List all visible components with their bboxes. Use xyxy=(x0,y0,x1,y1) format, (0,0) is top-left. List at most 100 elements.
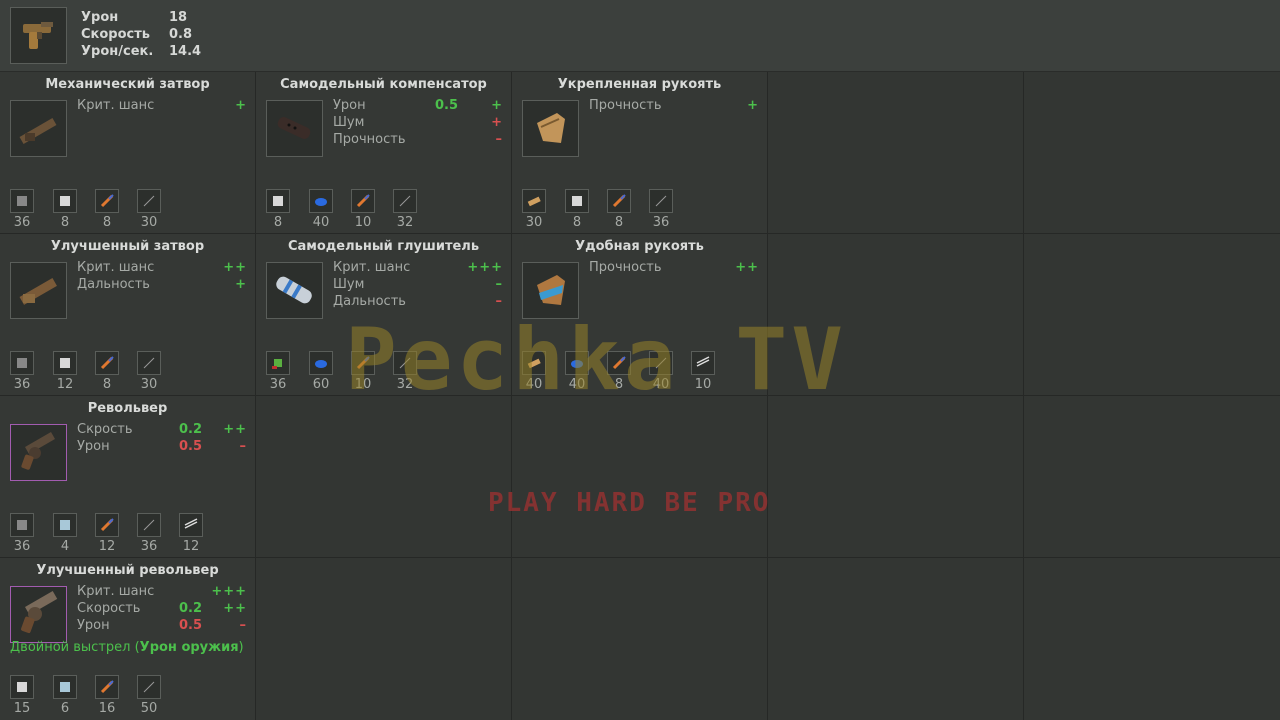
material-item[interactable]: 10 xyxy=(691,351,715,392)
material-item[interactable]: 8 xyxy=(53,189,77,230)
wood-icon xyxy=(522,189,546,213)
material-item[interactable]: 12 xyxy=(95,513,119,554)
material-item[interactable]: 8 xyxy=(607,189,631,230)
metal-icon xyxy=(10,189,34,213)
wire-icon xyxy=(137,675,161,699)
wire-icon xyxy=(393,351,417,375)
prop-row: Крит. шанс +++ xyxy=(77,584,247,601)
prop-mod: – xyxy=(239,618,247,633)
prop-row: Шум + xyxy=(333,115,503,132)
upgrade-props: Крит. шанс +++ Шум – Дальность – xyxy=(333,260,503,311)
material-item[interactable]: 8 xyxy=(565,189,589,230)
material-item[interactable]: 15 xyxy=(10,675,34,716)
material-item[interactable]: 36 xyxy=(649,189,673,230)
material-item[interactable]: 12 xyxy=(53,351,77,392)
material-item[interactable]: 8 xyxy=(95,189,119,230)
upgrade-card[interactable]: Укрепленная рукоять Прочность + 30 8 8 36 xyxy=(512,72,768,234)
silencer-icon[interactable] xyxy=(266,262,323,319)
material-item[interactable]: 40 xyxy=(522,351,546,392)
upgrade-card[interactable]: Самодельный компенсатор Урон 0.5 + Шум + Пр… xyxy=(256,72,512,234)
material-item[interactable]: 32 xyxy=(393,351,417,392)
tape-icon xyxy=(309,351,333,375)
material-item[interactable]: 30 xyxy=(522,189,546,230)
material-count: 36 xyxy=(140,539,158,554)
screwdriver-icon xyxy=(351,351,375,375)
metal-icon xyxy=(10,351,34,375)
upgrade-card[interactable]: Удобная рукоять Прочность ++ 40 40 8 40 1… xyxy=(512,234,768,396)
material-count: 10 xyxy=(694,377,712,392)
compensator-icon[interactable] xyxy=(266,100,323,157)
material-count: 12 xyxy=(56,377,74,392)
ability-end: ) xyxy=(238,640,244,655)
prop-value: 0.5 xyxy=(178,618,202,633)
prop-mod: ++ xyxy=(223,422,247,437)
plate-icon xyxy=(565,189,589,213)
material-item[interactable]: 10 xyxy=(351,189,375,230)
material-item[interactable]: 40 xyxy=(649,351,673,392)
prop-value: 0.2 xyxy=(178,422,202,437)
prop-mod: – xyxy=(495,277,503,292)
material-item[interactable]: 12 xyxy=(179,513,203,554)
empty-slot xyxy=(1024,558,1280,720)
material-item[interactable]: 36 xyxy=(266,351,290,392)
upgrade-card[interactable]: Улучшенный затвор Крит. шанс ++ Дальность… xyxy=(0,234,256,396)
nails-icon xyxy=(179,513,203,537)
material-item[interactable]: 36 xyxy=(137,513,161,554)
plate-icon xyxy=(266,189,290,213)
prop-label: Скрость xyxy=(77,422,133,437)
material-item[interactable]: 8 xyxy=(607,351,631,392)
material-item[interactable]: 4 xyxy=(53,513,77,554)
material-count: 60 xyxy=(312,377,330,392)
screwdriver-icon xyxy=(95,351,119,375)
revolver-icon[interactable] xyxy=(10,586,67,643)
bolt-part-icon[interactable] xyxy=(10,100,67,157)
prop-label: Прочность xyxy=(589,98,662,113)
material-item[interactable]: 10 xyxy=(351,351,375,392)
material-item[interactable]: 40 xyxy=(565,351,589,392)
prop-mod: ++ xyxy=(223,260,247,275)
material-item[interactable]: 8 xyxy=(95,351,119,392)
screwdriver-icon xyxy=(95,189,119,213)
prop-row: Крит. шанс + xyxy=(77,98,247,115)
revolver-icon[interactable] xyxy=(10,424,67,481)
grip-icon[interactable] xyxy=(522,100,579,157)
weapon-summary: Урон 18 Скорость 0.8 Урон/сек. 14.4 xyxy=(0,0,1280,72)
stat-label: Скорость xyxy=(81,27,150,42)
material-count: 36 xyxy=(13,539,31,554)
material-item[interactable]: 8 xyxy=(266,189,290,230)
upgrade-props: Крит. шанс ++ Дальность + xyxy=(77,260,247,294)
material-item[interactable]: 50 xyxy=(137,675,161,716)
material-count: 4 xyxy=(60,539,70,554)
grip-icon[interactable] xyxy=(522,262,579,319)
upgrade-title: Укрепленная рукоять xyxy=(557,77,722,92)
bolt-part-icon[interactable] xyxy=(10,262,67,319)
material-item[interactable]: 36 xyxy=(10,189,34,230)
upgrade-card[interactable]: Револьвер Скрость 0.2 ++ Урон 0.5– 36 4 12 … xyxy=(0,396,256,558)
stat-damage: Урон 18 xyxy=(81,10,187,25)
prop-label: Крит. шанс xyxy=(77,584,155,599)
material-item[interactable]: 30 xyxy=(137,189,161,230)
material-item[interactable]: 40 xyxy=(309,189,333,230)
pistol-icon[interactable] xyxy=(10,7,67,64)
material-item[interactable]: 30 xyxy=(137,351,161,392)
prop-mod: + xyxy=(747,98,759,113)
upgrade-card[interactable]: Самодельный глушитель Крит. шанс +++ Шум –… xyxy=(256,234,512,396)
prop-row: Крит. шанс ++ xyxy=(77,260,247,277)
prop-label: Дальность xyxy=(77,277,150,292)
material-item[interactable]: 36 xyxy=(10,513,34,554)
material-item[interactable]: 6 xyxy=(53,675,77,716)
metal-icon xyxy=(10,513,34,537)
upgrade-card[interactable]: Улучшенный револьвер Крит. шанс +++ Скоро… xyxy=(0,558,256,720)
prop-value: 0.5 xyxy=(434,98,458,113)
material-item[interactable]: 36 xyxy=(10,351,34,392)
material-item[interactable]: 16 xyxy=(95,675,119,716)
steel-icon xyxy=(53,513,77,537)
empty-slot xyxy=(768,72,1024,234)
upgrade-props: Прочность + xyxy=(589,98,759,115)
material-item[interactable]: 32 xyxy=(393,189,417,230)
upgrade-card[interactable]: Механический затвор Крит. шанс + 36 8 8 3… xyxy=(0,72,256,234)
material-item[interactable]: 60 xyxy=(309,351,333,392)
prop-value: 0.5 xyxy=(178,439,202,454)
prop-row: Прочность – xyxy=(333,132,503,149)
upgrade-title: Улучшенный затвор xyxy=(50,239,205,254)
